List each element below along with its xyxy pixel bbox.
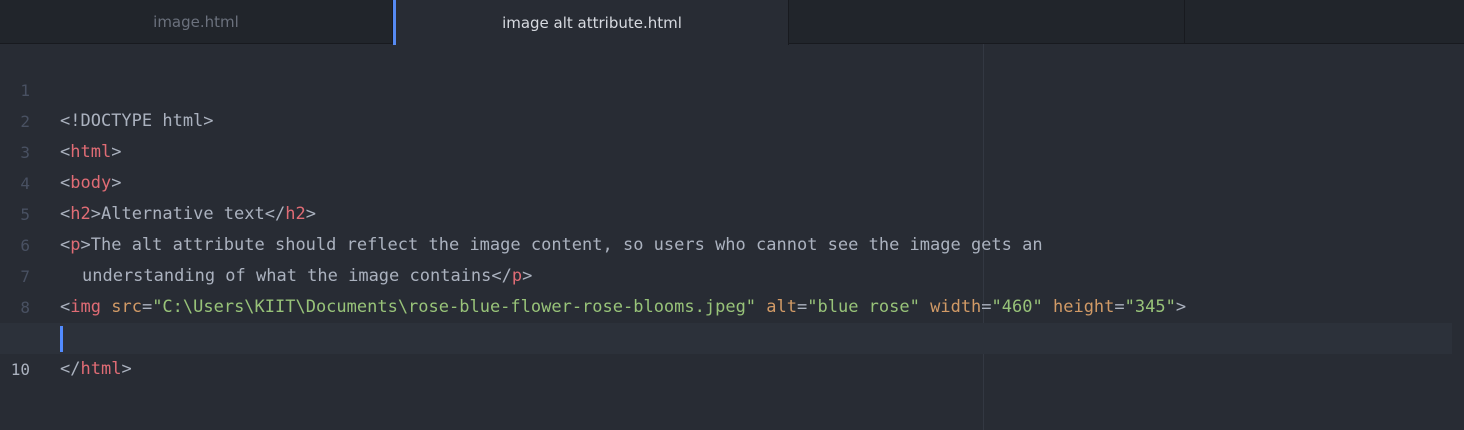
line-number: 10 xyxy=(10,360,30,379)
code-line[interactable]: 1 <!DOCTYPE html> xyxy=(0,44,1452,131)
bracket: </ xyxy=(60,359,81,379)
code-line[interactable]: 8 </body> xyxy=(0,261,1452,348)
code-line[interactable]: 7 <img src="C:\Users\KIIT\Documents\rose… xyxy=(0,230,1452,317)
text-cursor xyxy=(60,326,63,352)
tag-name: html xyxy=(80,359,122,379)
code-line-active[interactable]: 10 xyxy=(0,323,1452,379)
tab-bar: image.html image alt attribute.html xyxy=(0,0,1464,45)
code-line[interactable]: 2 <html> xyxy=(0,75,1452,162)
tab-image-alt-attribute-html[interactable]: image alt attribute.html xyxy=(393,0,789,45)
tab-image-html[interactable]: image.html xyxy=(0,0,393,44)
code-line[interactable]: 5 <p>The alt attribute should reflect th… xyxy=(0,168,1452,255)
code-area[interactable]: 1 <!DOCTYPE html> 2 <html> 3 <body> 4 <h… xyxy=(0,44,1464,430)
line-content: </html> xyxy=(60,354,132,385)
bracket: > xyxy=(121,359,132,379)
code-line[interactable]: 4 <h2>Alternative text</h2> xyxy=(0,137,1452,224)
code-line-wrapped[interactable]: 6 understanding of what the image contai… xyxy=(0,199,1452,286)
tab-bar-empty-area xyxy=(789,0,1185,44)
code-editor-window: image.html image alt attribute.html 1 <!… xyxy=(0,0,1464,430)
code-line[interactable]: 9 </html> xyxy=(0,292,1452,379)
code-line[interactable]: 3 <body> xyxy=(0,106,1452,193)
